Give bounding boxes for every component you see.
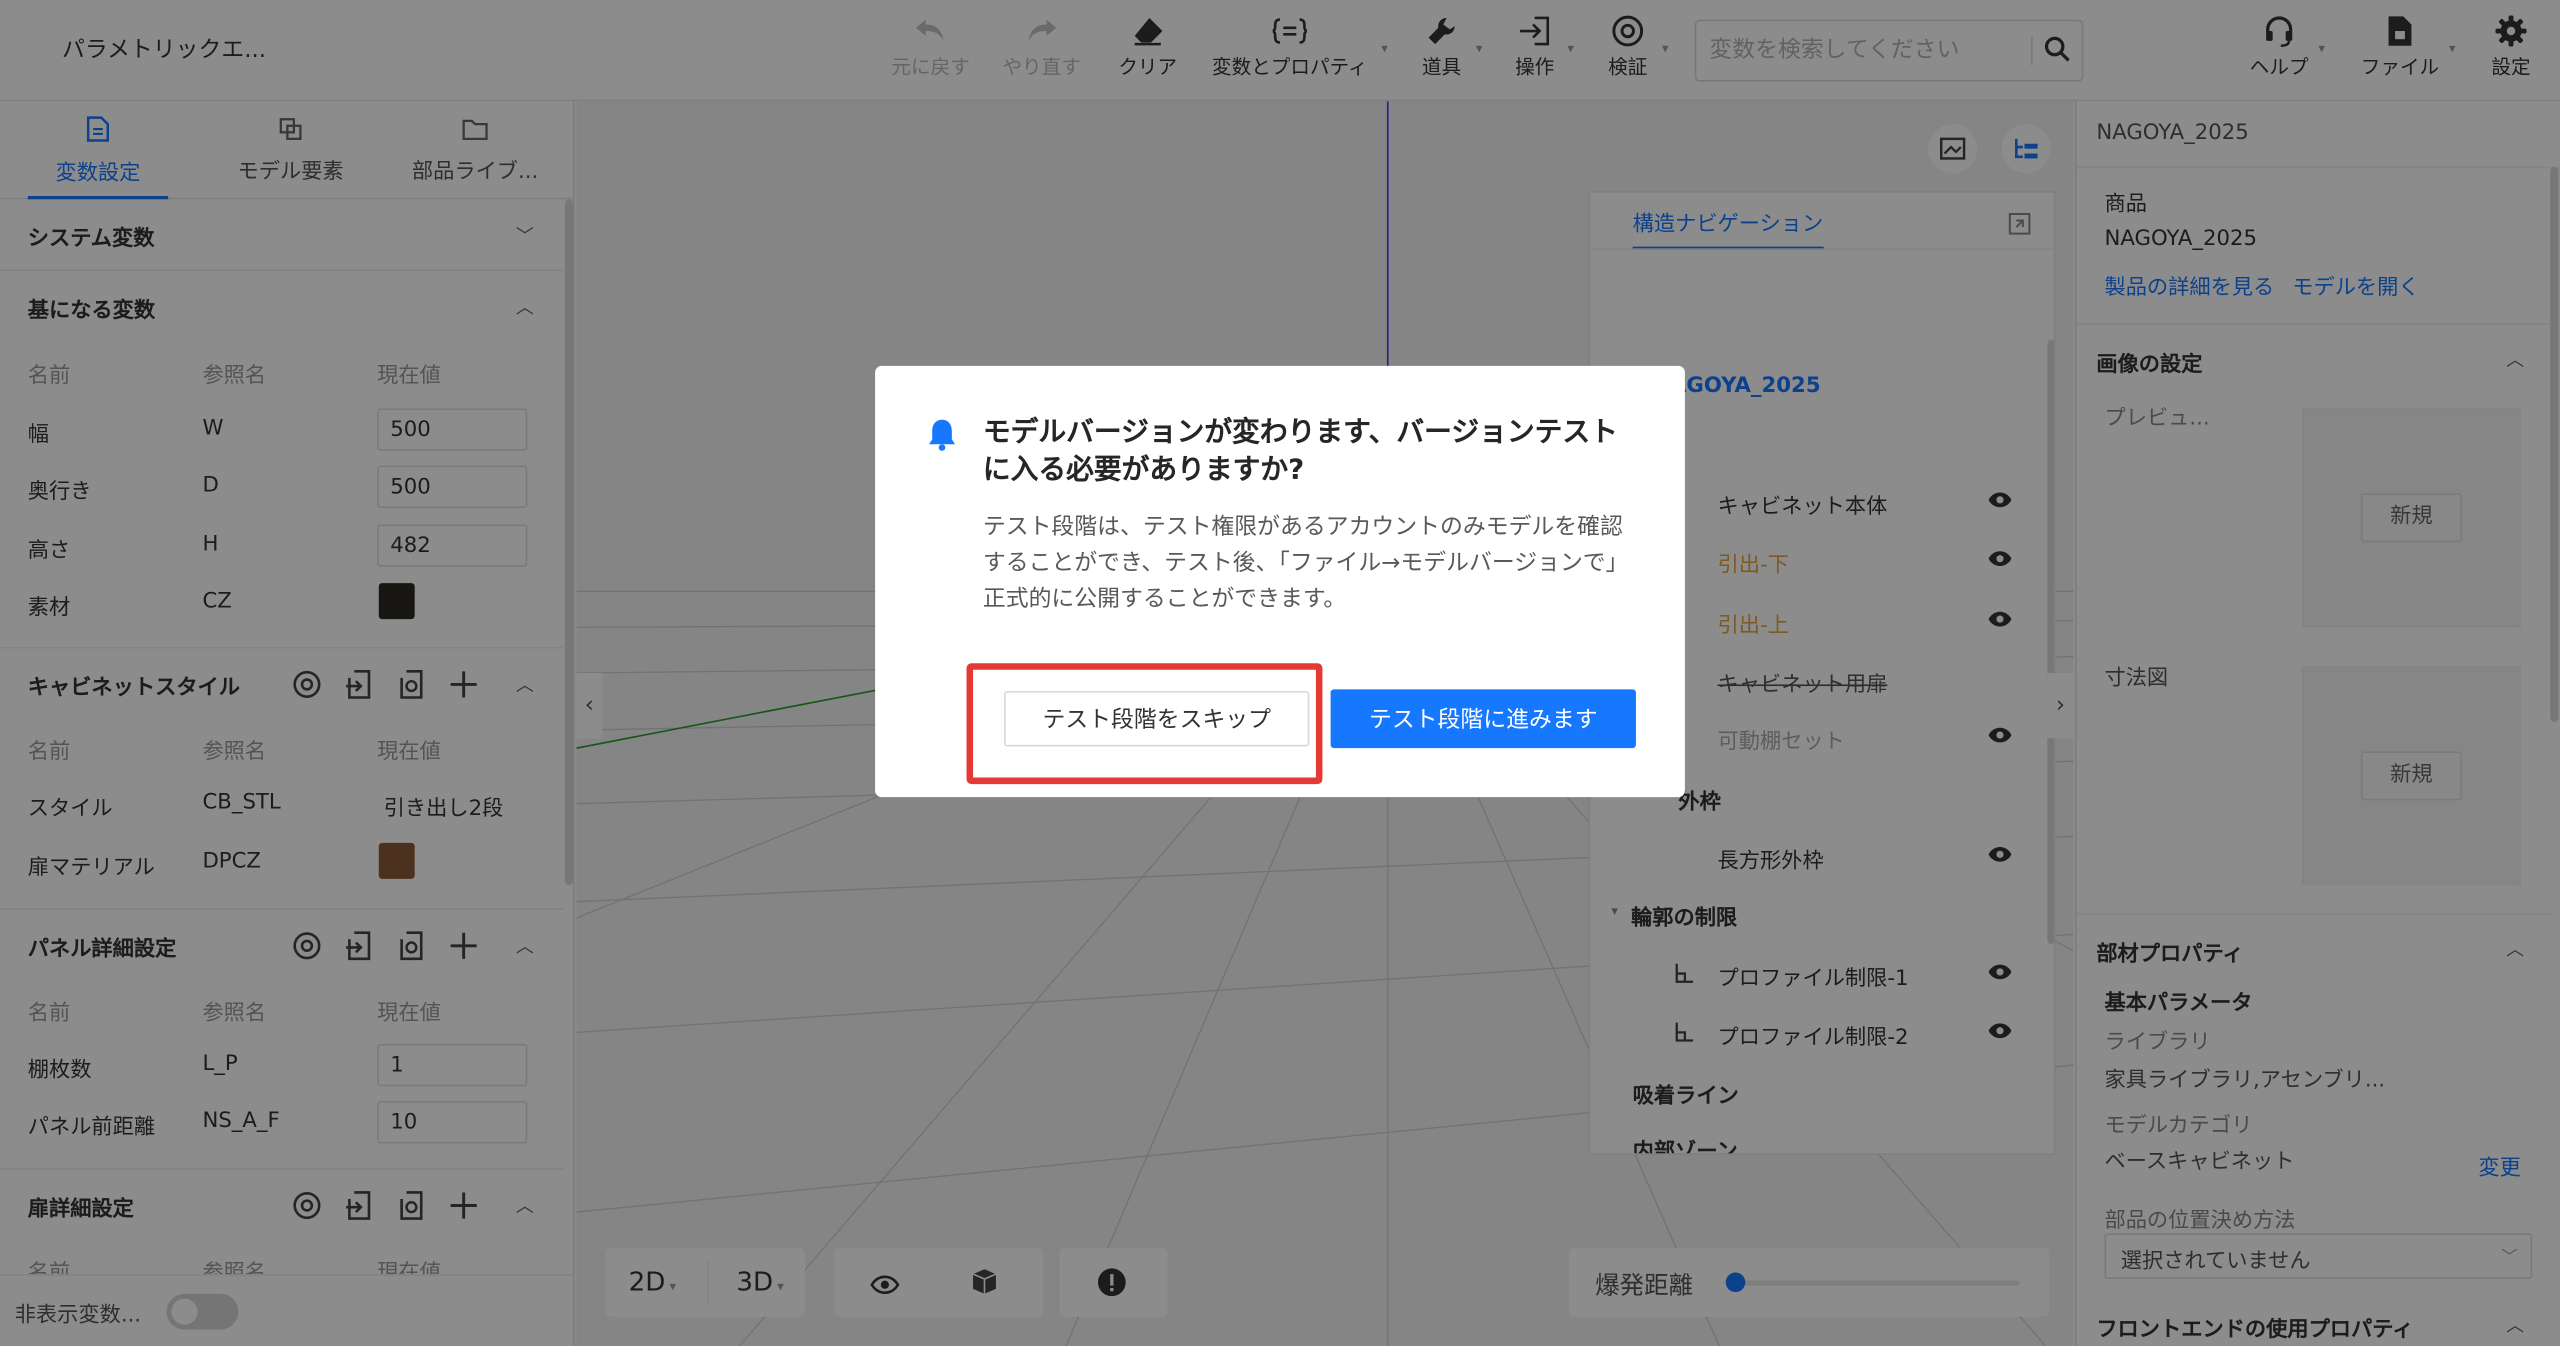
highlight-box: [966, 663, 1323, 785]
proceed-test-button[interactable]: テスト段階に進みます: [1330, 689, 1636, 749]
bell-icon: [927, 418, 956, 457]
dialog-body: テスト段階は、テスト権限があるアカウントのみモデルを確認することができ、テスト後…: [982, 514, 1629, 613]
app-window: パラメトリックエ... 元に戻す やり直す クリア 変数とプロパティ ▾ 道具 …: [0, 0, 2560, 1346]
dialog-title: モデルバージョンが変わります、バージョンテストに入る必要がありますか?: [982, 416, 1618, 487]
